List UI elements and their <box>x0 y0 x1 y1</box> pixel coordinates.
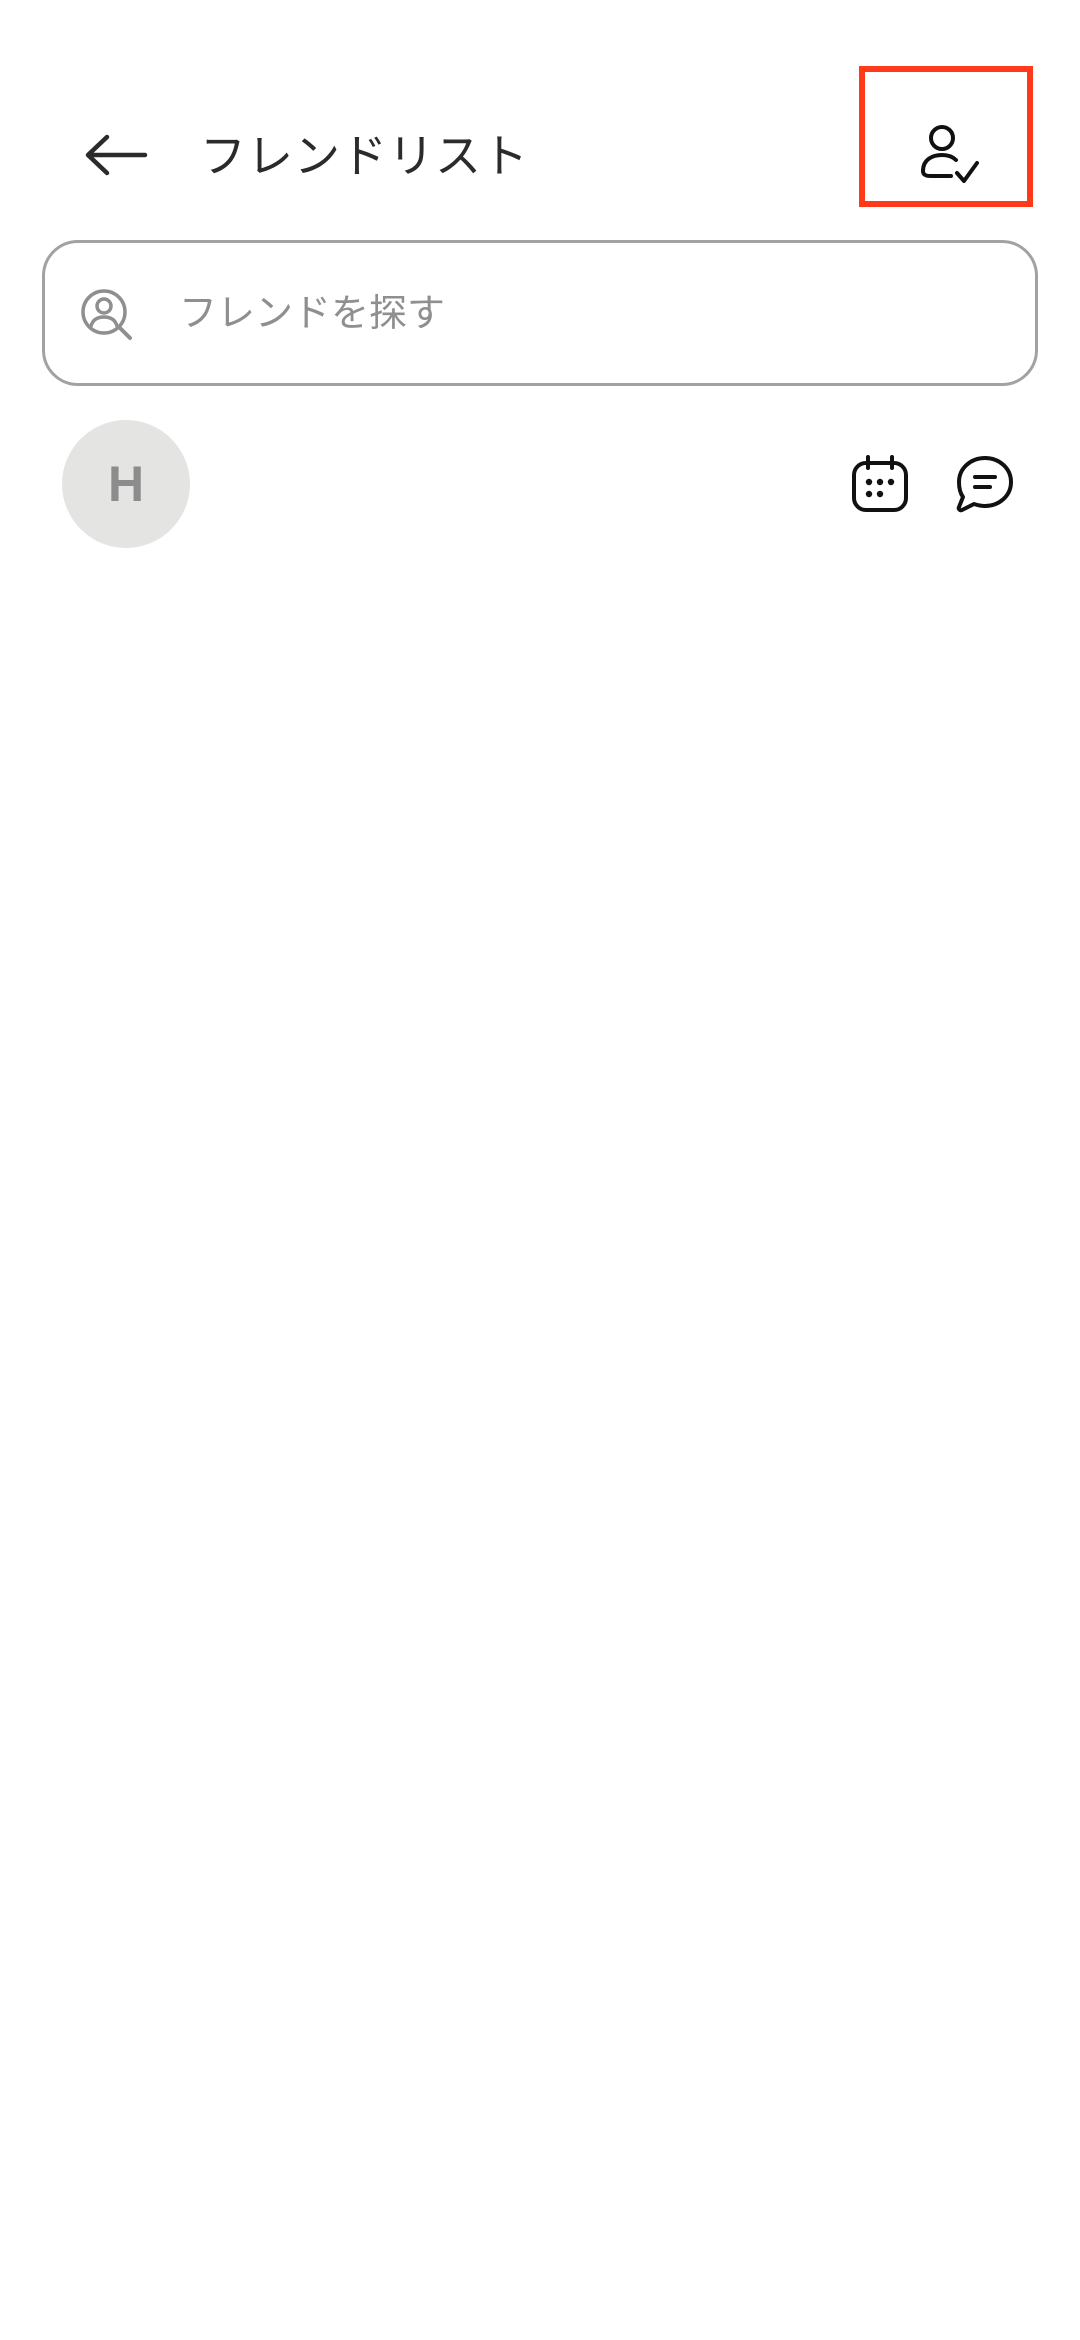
page-title: フレンドリスト <box>200 129 529 183</box>
friend-list-item[interactable]: H <box>0 410 1080 560</box>
calendar-button[interactable] <box>840 444 920 524</box>
search-input[interactable] <box>179 271 999 355</box>
friend-search-box[interactable] <box>42 240 1038 386</box>
calendar-icon <box>852 455 908 512</box>
app-header: フレンドリスト <box>0 0 1080 230</box>
message-icon <box>956 456 1013 513</box>
message-button[interactable] <box>945 444 1025 524</box>
user-search-icon <box>81 289 132 340</box>
arrow-left-icon <box>85 134 148 176</box>
friend-requests-button[interactable] <box>900 110 1000 200</box>
avatar: H <box>62 420 190 548</box>
user-check-icon <box>921 125 979 183</box>
back-button[interactable] <box>70 118 162 192</box>
